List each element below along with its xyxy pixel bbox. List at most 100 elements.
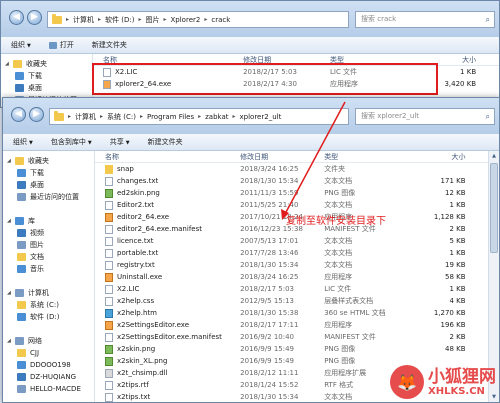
sidebar-item[interactable]: 桌面 — [3, 179, 94, 191]
scroll-up-icon[interactable]: ▲ — [489, 151, 499, 161]
collapse-triangle-icon[interactable]: ◢ — [7, 218, 15, 224]
file-row[interactable]: x2help.htm 2018/1/30 15:38 360 se HTML 文档 1… — [95, 307, 488, 319]
breadcrumb-segment[interactable]: xplorer2_ult — [240, 113, 282, 121]
breadcrumb-segment[interactable]: 系统 (C:) — [107, 112, 136, 122]
file-row[interactable]: snap 2018/3/24 16:25 文件夹 — [95, 163, 488, 175]
breadcrumb-segment[interactable]: crack — [211, 16, 230, 24]
file-date: 2018/3/24 16:25 — [240, 273, 299, 281]
sidebar-item[interactable]: DDOOO198 — [3, 359, 94, 371]
scroll-thumb[interactable] — [490, 163, 498, 253]
chevron-right-icon[interactable]: ▸ — [100, 113, 103, 120]
sidebar-item[interactable]: 音乐 — [3, 263, 94, 275]
column-header-3[interactable]: 大小 — [425, 55, 476, 65]
sidebar-item[interactable]: 视频 — [3, 227, 94, 239]
breadcrumb-segment[interactable]: zabkat — [205, 113, 228, 121]
back-arrow-icon[interactable]: ◀ — [9, 10, 24, 25]
chevron-right-icon[interactable]: ▸ — [98, 16, 101, 23]
file-row[interactable]: x2SettingsEditor.exe.manifest 2016/9/2 10… — [95, 331, 488, 343]
file-row[interactable]: X2.LIC 2018/2/17 5:03 LIC 文件 1 KB — [93, 66, 499, 78]
dll-icon — [105, 368, 113, 378]
column-header-3[interactable]: 大小 — [416, 152, 466, 162]
file-size: 2 KB — [449, 333, 466, 341]
sidebar-item[interactable]: ◢ 计算机 — [3, 287, 94, 299]
file-date: 2007/5/13 17:01 — [240, 237, 299, 245]
toolbar: 组织 ▼ 打开 新建文件夹 — [1, 37, 499, 54]
back-arrow-icon[interactable]: ◀ — [11, 107, 26, 122]
sidebar-item[interactable]: 系统 (C:) — [3, 299, 94, 311]
collapse-triangle-icon[interactable]: ◢ — [7, 338, 15, 344]
address-bar[interactable]: ▸ 计算机 ▸ 系统 (C:) ▸ Program Files ▸ zabkat ▸ xplore… — [49, 108, 349, 125]
sidebar-item[interactable]: ◢ 收藏夹 — [3, 155, 94, 167]
file-row[interactable]: changes.txt 2018/1/30 15:34 文本文档 171 KB — [95, 175, 488, 187]
toolbar-button[interactable]: 打开 — [48, 40, 74, 50]
sidebar-item[interactable]: ◢ 库 — [3, 215, 94, 227]
chevron-right-icon[interactable]: ▸ — [140, 113, 143, 120]
sidebar-item[interactable]: 最近访问的位置 — [3, 191, 94, 203]
file-row[interactable]: Editor2.txt 2011/5/25 21:40 文本文档 1 KB — [95, 199, 488, 211]
column-header-0[interactable]: 名称 — [93, 55, 243, 65]
chevron-right-icon[interactable]: ▸ — [163, 16, 166, 23]
breadcrumb-segment[interactable]: 计算机 — [73, 15, 94, 25]
chevron-right-icon[interactable]: ▸ — [198, 113, 201, 120]
file-row[interactable]: registry.txt 2018/1/30 15:34 文本文档 19 KB — [95, 259, 488, 271]
search-icon[interactable]: ⌕ — [486, 109, 490, 124]
sidebar-item[interactable]: ◢ 收藏夹 — [1, 58, 92, 70]
sidebar-item[interactable]: 软件 (D:) — [3, 311, 94, 323]
file-row[interactable]: xplorer2_64.exe 2018/2/17 4:30 应用程序 3,420 K… — [93, 78, 499, 90]
file-row[interactable]: licence.txt 2007/5/13 17:01 文本文档 5 KB — [95, 235, 488, 247]
sidebar-item[interactable]: HELLO-MACDE — [3, 383, 94, 395]
file-row[interactable]: X2.LIC 2018/2/17 5:03 LIC 文件 1 KB — [95, 283, 488, 295]
sidebar-item-label: 桌面 — [28, 84, 42, 92]
file-row[interactable]: x2SettingsEditor.exe 2018/2/17 17:11 应用程序 1… — [95, 319, 488, 331]
chevron-right-icon[interactable]: ▸ — [138, 16, 141, 23]
collapse-triangle-icon[interactable]: ◢ — [5, 61, 13, 67]
toolbar-button[interactable]: 共享 ▼ — [110, 137, 130, 147]
search-icon[interactable]: ⌕ — [486, 12, 490, 27]
file-row[interactable]: Uninstall.exe 2018/3/24 16:25 应用程序 58 KB — [95, 271, 488, 283]
sidebar-item[interactable]: ◢ 网络 — [3, 335, 94, 347]
forward-arrow-icon[interactable]: ▶ — [29, 107, 44, 122]
forward-arrow-icon[interactable]: ▶ — [27, 10, 42, 25]
toolbar-button[interactable]: 组织 ▼ — [13, 137, 33, 147]
breadcrumb-segment[interactable]: Program Files — [147, 113, 194, 121]
toolbar-button[interactable]: 新建文件夹 — [92, 40, 127, 50]
toolbar-button[interactable]: 新建文件夹 — [148, 137, 183, 147]
sidebar-item[interactable]: CJJ — [3, 347, 94, 359]
breadcrumb-segment[interactable]: 软件 (D:) — [105, 15, 134, 25]
install-dir-window: ◀ ▶ ▸ 计算机 ▸ 系统 (C:) ▸ Program Files ▸ zabkat ▸ xp… — [2, 97, 500, 403]
breadcrumb-segment[interactable]: 计算机 — [75, 112, 96, 122]
sidebar-item[interactable]: 图片 — [3, 239, 94, 251]
search-box[interactable]: 搜索 crack ⌕ — [355, 11, 495, 28]
column-header-1[interactable]: 修改日期 — [243, 55, 330, 65]
sidebar-item[interactable]: 文档 — [3, 251, 94, 263]
toolbar: 组织 ▼ 包含到库中 ▼ 共享 ▼ 新建文件夹 — [3, 134, 499, 151]
file-row[interactable]: x2help.css 2012/9/5 15:13 层叠样式表文档 4 KB — [95, 295, 488, 307]
file-size: 1,270 KB — [433, 309, 466, 317]
column-header-1[interactable]: 修改日期 — [240, 152, 324, 162]
breadcrumb-segment[interactable]: 图片 — [145, 15, 159, 25]
toolbar-button[interactable]: 组织 ▼ — [11, 40, 31, 50]
file-row[interactable]: ed2skin.png 2011/11/3 15:59 PNG 图像 12 KB — [95, 187, 488, 199]
toolbar-button[interactable]: 包含到库中 ▼ — [51, 137, 92, 147]
collapse-triangle-icon[interactable]: ◢ — [7, 290, 15, 296]
column-header-2[interactable]: 类型 — [330, 55, 425, 65]
sidebar-item[interactable]: DZ-HUQIANG — [3, 371, 94, 383]
chevron-right-icon[interactable]: ▸ — [68, 113, 71, 120]
file-row[interactable]: x2skin.png 2016/9/9 15:49 PNG 图像 48 KB — [95, 343, 488, 355]
search-box[interactable]: 搜索 xplorer2_ult ⌕ — [355, 108, 495, 125]
sidebar-item[interactable]: 下载 — [1, 70, 92, 82]
column-header-0[interactable]: 名称 — [95, 152, 240, 162]
column-header-2[interactable]: 类型 — [324, 152, 416, 162]
sidebar-item[interactable]: 下载 — [3, 167, 94, 179]
sidebar-item[interactable]: 桌面 — [1, 82, 92, 94]
chevron-right-icon[interactable]: ▸ — [204, 16, 207, 23]
chevron-right-icon[interactable]: ▸ — [66, 16, 69, 23]
file-name: snap — [117, 165, 134, 173]
file-row[interactable]: portable.txt 2017/7/28 13:46 文本文档 1 KB — [95, 247, 488, 259]
address-bar[interactable]: ▸ 计算机 ▸ 软件 (D:) ▸ 图片 ▸ Xplorer2 ▸ crack — [47, 11, 349, 28]
breadcrumb-segment[interactable]: Xplorer2 — [171, 16, 201, 24]
chevron-right-icon[interactable]: ▸ — [233, 113, 236, 120]
collapse-triangle-icon[interactable]: ◢ — [7, 158, 15, 164]
file-name-cell: x2t_chsimp.dll — [95, 368, 240, 378]
